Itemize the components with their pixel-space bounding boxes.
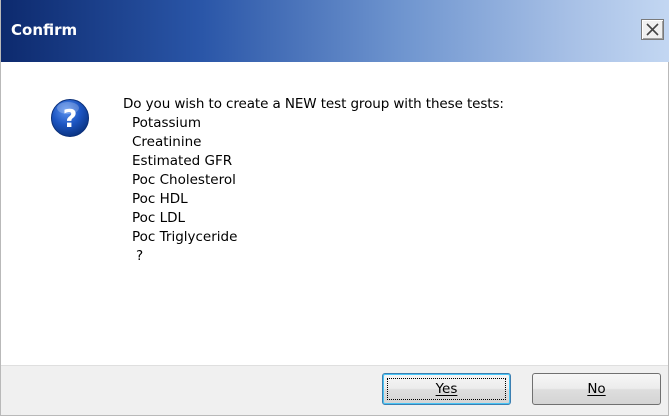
dialog-body: ? Do you wish to create a NEW test group… (1, 62, 668, 365)
test-item: Creatinine (132, 134, 202, 150)
test-item: Poc LDL (132, 210, 186, 226)
no-button-label: No (587, 381, 606, 397)
question-icon: ? (51, 99, 89, 137)
svg-text:?: ? (63, 104, 78, 133)
message-heading: Do you wish to create a NEW test group w… (123, 96, 504, 112)
yes-button-label: Yes (435, 381, 458, 397)
message-suffix: ? (136, 248, 144, 264)
test-item: Poc Cholesterol (132, 172, 236, 188)
message-text: Do you wish to create a NEW test group w… (123, 95, 504, 266)
title-bar[interactable]: Confirm (1, 0, 669, 62)
no-button[interactable]: No (532, 373, 661, 405)
close-button[interactable] (641, 19, 664, 40)
close-icon (646, 23, 659, 36)
window-title: Confirm (11, 21, 78, 39)
test-item: Estimated GFR (132, 153, 233, 169)
test-list: Potassium Creatinine Estimated GFR Poc C… (123, 114, 504, 247)
yes-button[interactable]: Yes (382, 373, 511, 405)
test-item: Poc Triglyceride (132, 229, 238, 245)
confirm-dialog: Confirm ? Do you wish to create a NEW te… (0, 0, 669, 416)
test-item: Potassium (132, 115, 202, 131)
test-item: Poc HDL (132, 191, 188, 207)
button-bar: Yes No (1, 365, 668, 415)
